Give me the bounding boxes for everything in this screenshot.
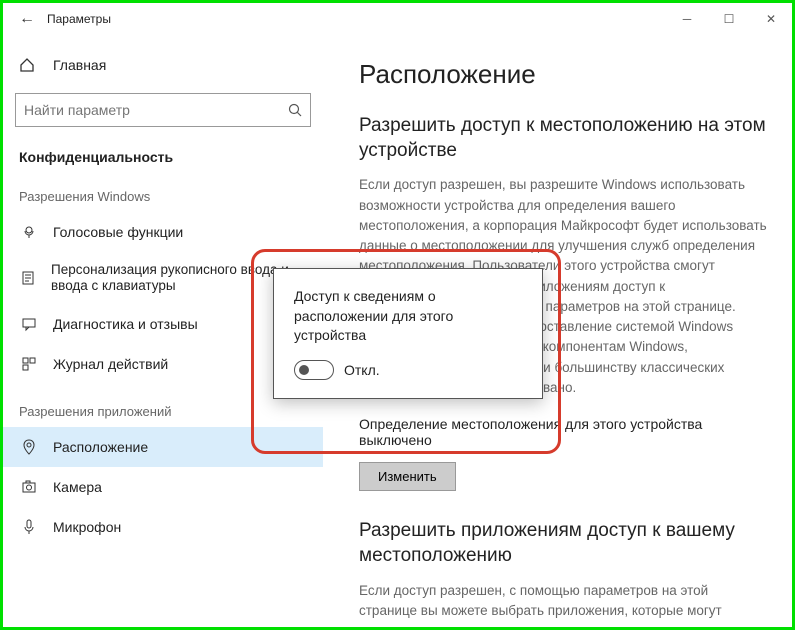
- change-button[interactable]: Изменить: [359, 462, 456, 491]
- home-link[interactable]: Главная: [3, 47, 323, 83]
- page-title: Расположение: [359, 59, 768, 90]
- microphone-icon: [19, 518, 39, 536]
- back-button[interactable]: ←: [11, 10, 43, 28]
- close-button[interactable]: ✕: [750, 3, 792, 35]
- location-toggle[interactable]: [294, 360, 334, 380]
- sidebar-item-label: Диагностика и отзывы: [53, 316, 198, 332]
- sidebar-item-label: Расположение: [53, 439, 148, 455]
- home-icon: [19, 57, 39, 73]
- minimize-button[interactable]: ─: [666, 3, 708, 35]
- sidebar-item-voice[interactable]: Голосовые функции: [3, 212, 323, 252]
- voice-icon: [19, 223, 39, 241]
- location-status: Определение местоположения для этого уст…: [359, 416, 768, 448]
- clipboard-icon: [19, 269, 37, 287]
- camera-icon: [19, 478, 39, 496]
- search-box[interactable]: [15, 93, 311, 127]
- sidebar-item-location[interactable]: Расположение: [3, 427, 323, 467]
- window-title: Параметры: [47, 12, 111, 26]
- feedback-icon: [19, 315, 39, 333]
- maximize-button[interactable]: ☐: [708, 3, 750, 35]
- window-controls: ─ ☐ ✕: [666, 3, 792, 35]
- popup-title: Доступ к сведениям о расположении для эт…: [294, 287, 522, 346]
- location-popup: Доступ к сведениям о расположении для эт…: [273, 268, 543, 399]
- sidebar-item-label: Камера: [53, 479, 102, 495]
- titlebar: ← Параметры ─ ☐ ✕: [3, 3, 792, 35]
- search-icon: [288, 103, 302, 117]
- section-heading-device: Разрешить доступ к местоположению на это…: [359, 114, 768, 163]
- group-windows-permissions: Разрешения Windows: [3, 183, 323, 212]
- activity-icon: [19, 355, 39, 373]
- home-label: Главная: [53, 57, 106, 73]
- section-heading-apps: Разрешить приложениям доступ к вашему ме…: [359, 519, 768, 568]
- sidebar-item-camera[interactable]: Камера: [3, 467, 323, 507]
- toggle-knob: [299, 365, 309, 375]
- toggle-state-label: Откл.: [344, 362, 380, 378]
- apps-description: Если доступ разрешен, с помощью параметр…: [359, 581, 768, 628]
- sidebar-item-label: Голосовые функции: [53, 224, 183, 240]
- location-icon: [19, 438, 39, 456]
- sidebar-item-label: Микрофон: [53, 519, 121, 535]
- search-input[interactable]: [24, 102, 288, 118]
- section-title: Конфиденциальность: [3, 141, 323, 183]
- sidebar-item-microphone[interactable]: Микрофон: [3, 507, 323, 547]
- group-app-permissions: Разрешения приложений: [3, 398, 323, 427]
- sidebar-item-label: Журнал действий: [53, 356, 168, 372]
